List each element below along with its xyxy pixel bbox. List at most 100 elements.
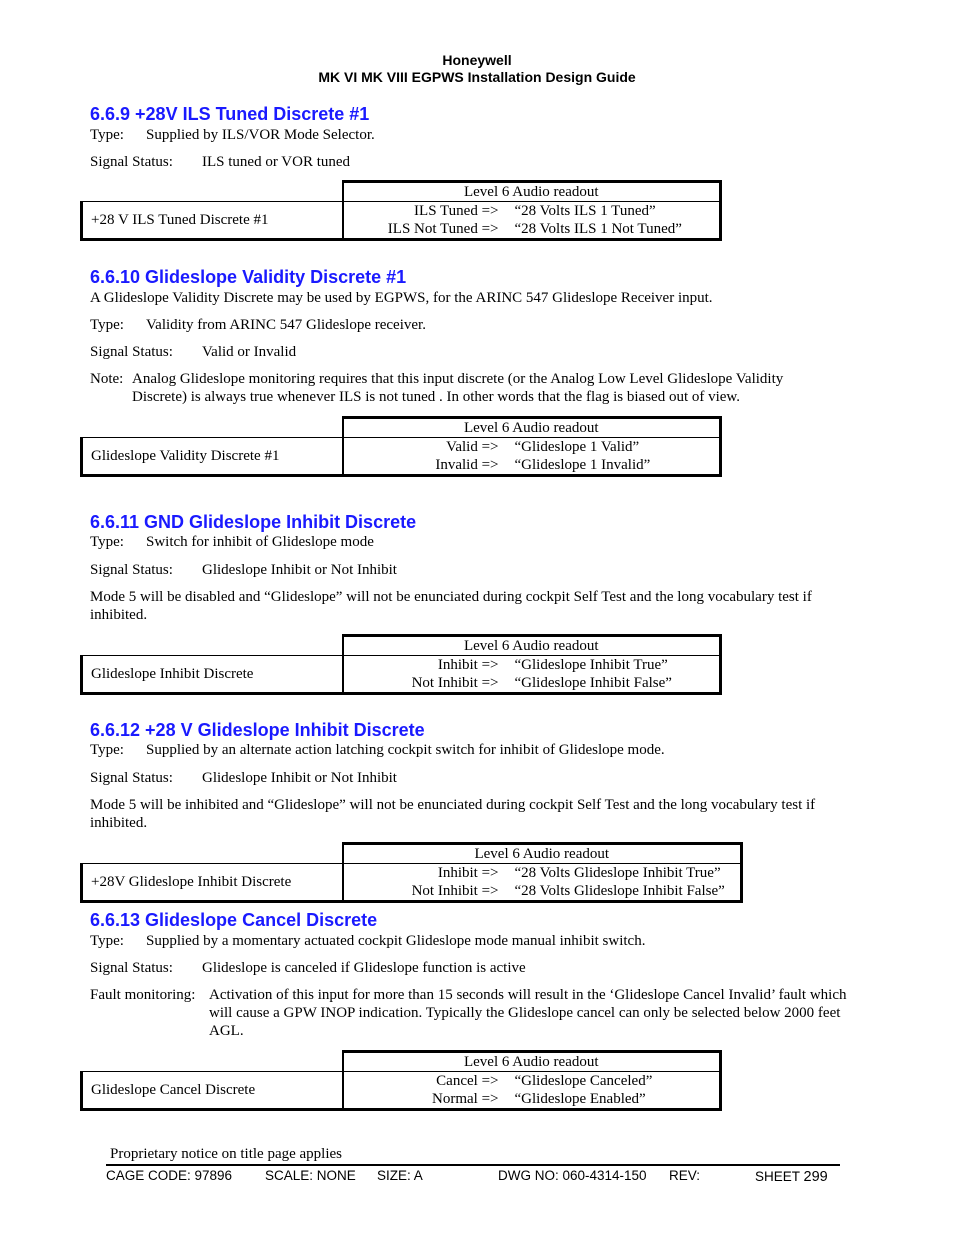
type-line: Type: Supplied by an alternate action lat…: [90, 741, 665, 759]
condition: Cancel =>: [436, 1073, 499, 1089]
section-heading-6-6-13: 6.6.13 Glideslope Cancel Discrete: [90, 910, 378, 930]
condition: Not Inhibit =>: [411, 883, 499, 899]
audio-readout-table: Level 6 Audio readout Glideslope Inhibit…: [80, 634, 722, 695]
note-label: Note:: [90, 371, 124, 387]
readout-cell: Inhibit => “Glideslope Inhibit True” Not …: [342, 655, 722, 695]
signal-status-text: Glideslope is canceled if Glideslope fun…: [202, 960, 526, 976]
readout: “Glideslope Inhibit False”: [514, 675, 672, 691]
type-text: Supplied by an alternate action latching…: [146, 742, 665, 758]
fault-text: Activation of this input for more than 1…: [209, 987, 847, 1039]
readout-cell: Cancel => “Glideslope Canceled” Normal =>…: [342, 1071, 722, 1111]
header-title: MK VI MK VIII EGPWS Installation Design …: [318, 69, 636, 85]
cage-code: CAGE CODE: 97896: [106, 1168, 233, 1183]
signal-status-label: Signal Status:: [90, 562, 173, 578]
readout: “Glideslope 1 Invalid”: [514, 457, 651, 473]
type-label: Type:: [90, 534, 124, 550]
size: SIZE: A: [377, 1168, 423, 1183]
readout: “28 Volts ILS 1 Tuned”: [514, 203, 656, 219]
section-heading-6-6-9: 6.6.9 +28V ILS Tuned Discrete #1: [90, 104, 370, 124]
readout: “28 Volts Glideslope Inhibit False”: [514, 883, 725, 899]
type-line: Type: Supplied by a momentary actuated co…: [90, 932, 645, 950]
type-line: Type: Supplied by ILS/VOR Mode Selector.: [90, 126, 375, 144]
proprietary-notice: Proprietary notice on title page applies: [110, 1146, 343, 1162]
scale: SCALE: NONE: [265, 1168, 356, 1183]
signal-status-line: Signal Status: Valid or Invalid: [90, 343, 296, 361]
sheet-label: SHEET: [755, 1169, 800, 1184]
condition: Not Inhibit =>: [411, 675, 499, 691]
audio-readout-table: Level 6 Audio readout +28 V ILS Tuned Di…: [80, 180, 722, 241]
signal-status-line: Signal Status: Glideslope Inhibit or Not …: [90, 561, 397, 579]
discrete-name: Glideslope Cancel Discrete: [80, 1071, 344, 1111]
audio-readout-table: Level 6 Audio readout Glideslope Cancel …: [80, 1050, 722, 1111]
signal-status-label: Signal Status:: [90, 344, 173, 360]
sheet: SHEET 299: [755, 1169, 828, 1185]
signal-status-line: Signal Status: ILS tuned or VOR tuned: [90, 153, 350, 171]
type-label: Type:: [90, 127, 124, 143]
rev: REV:: [669, 1168, 701, 1183]
readout-row: Valid => “Glideslope 1 Valid”: [344, 438, 720, 456]
note-text: Analog Glideslope monitoring requires th…: [132, 371, 784, 405]
body-text: Mode 5 will be disabled and “Glideslope”…: [90, 589, 812, 623]
readout-row: Not Inhibit => “Glideslope Inhibit False”: [344, 674, 720, 692]
readout-cell: Inhibit => “28 Volts Glideslope Inhibit T…: [342, 863, 743, 903]
table-header: Level 6 Audio readout: [341, 180, 722, 202]
condition: Inhibit =>: [437, 865, 499, 881]
condition: Invalid =>: [435, 457, 499, 473]
header-company: Honeywell: [442, 52, 512, 68]
type-label: Type:: [90, 933, 124, 949]
readout-row: Inhibit => “Glideslope Inhibit True”: [344, 656, 720, 674]
type-label: Type:: [90, 317, 124, 333]
readout-row: Cancel => “Glideslope Canceled”: [344, 1072, 720, 1090]
dwg-no: DWG NO: 060-4314-150: [498, 1168, 647, 1183]
footer-divider: [106, 1164, 840, 1166]
table-header: Level 6 Audio readout: [341, 842, 743, 864]
type-label: Type:: [90, 742, 124, 758]
fault-monitoring: Fault monitoring: Activation of this inp…: [90, 986, 855, 1040]
sheet-number: 299: [803, 1169, 828, 1185]
signal-status-text: Glideslope Inhibit or Not Inhibit: [202, 770, 397, 786]
condition: ILS Tuned =>: [414, 203, 499, 219]
readout: “Glideslope Enabled”: [514, 1091, 646, 1107]
readout-row: Normal => “Glideslope Enabled”: [344, 1090, 720, 1108]
section-heading-6-6-11: 6.6.11 GND Glideslope Inhibit Discrete: [90, 512, 417, 532]
section-heading-6-6-12: 6.6.12 +28 V Glideslope Inhibit Discrete: [90, 720, 425, 740]
signal-status-label: Signal Status:: [90, 154, 173, 170]
type-text: Supplied by a momentary actuated cockpit…: [146, 933, 646, 949]
type-text: Supplied by ILS/VOR Mode Selector.: [146, 127, 375, 143]
readout-row: ILS Not Tuned => “28 Volts ILS 1 Not Tune…: [344, 220, 720, 238]
table-header: Level 6 Audio readout: [341, 1050, 722, 1072]
discrete-name: Glideslope Inhibit Discrete: [80, 655, 344, 695]
signal-status-text: Valid or Invalid: [202, 344, 297, 360]
readout: “Glideslope Inhibit True”: [514, 657, 668, 673]
audio-readout-table: Level 6 Audio readout +28V Glideslope In…: [80, 842, 743, 903]
readout: “28 Volts ILS 1 Not Tuned”: [514, 221, 682, 237]
section-heading-6-6-10: 6.6.10 Glideslope Validity Discrete #1: [90, 267, 407, 287]
type-text: Switch for inhibit of Glideslope mode: [146, 534, 374, 550]
discrete-name: Glideslope Validity Discrete #1: [80, 437, 344, 477]
condition: Valid =>: [446, 439, 499, 455]
signal-status-line: Signal Status: Glideslope is canceled if …: [90, 959, 526, 977]
condition: Normal =>: [432, 1091, 499, 1107]
audio-readout-table: Level 6 Audio readout Glideslope Validit…: [80, 416, 722, 477]
discrete-name: +28V Glideslope Inhibit Discrete: [80, 863, 344, 903]
signal-status-text: Glideslope Inhibit or Not Inhibit: [202, 562, 397, 578]
note: Note: Analog Glideslope monitoring requi…: [90, 370, 825, 406]
discrete-name: +28 V ILS Tuned Discrete #1: [80, 201, 344, 241]
signal-status-text: ILS tuned or VOR tuned: [202, 154, 351, 170]
table-header: Level 6 Audio readout: [341, 634, 722, 656]
readout-row: ILS Tuned => “28 Volts ILS 1 Tuned”: [344, 202, 720, 220]
readout-row: Not Inhibit => “28 Volts Glideslope Inhib…: [344, 882, 741, 900]
readout-cell: ILS Tuned => “28 Volts ILS 1 Tuned” ILS N…: [342, 201, 722, 241]
signal-status-label: Signal Status:: [90, 770, 173, 786]
condition: Inhibit =>: [437, 657, 499, 673]
readout: “Glideslope Canceled”: [514, 1073, 653, 1089]
signal-status-label: Signal Status:: [90, 960, 173, 976]
type-line: Type: Validity from ARINC 547 Glideslope …: [90, 316, 426, 334]
type-text: Validity from ARINC 547 Glideslope recei…: [146, 317, 426, 333]
readout-row: Inhibit => “28 Volts Glideslope Inhibit T…: [344, 864, 741, 882]
readout-row: Invalid => “Glideslope 1 Invalid”: [344, 456, 720, 474]
signal-status-line: Signal Status: Glideslope Inhibit or Not …: [90, 769, 397, 787]
readout: “28 Volts Glideslope Inhibit True”: [514, 865, 721, 881]
type-line: Type: Switch for inhibit of Glideslope mo…: [90, 533, 374, 551]
intro-text: A Glideslope Validity Discrete may be us…: [90, 290, 713, 306]
